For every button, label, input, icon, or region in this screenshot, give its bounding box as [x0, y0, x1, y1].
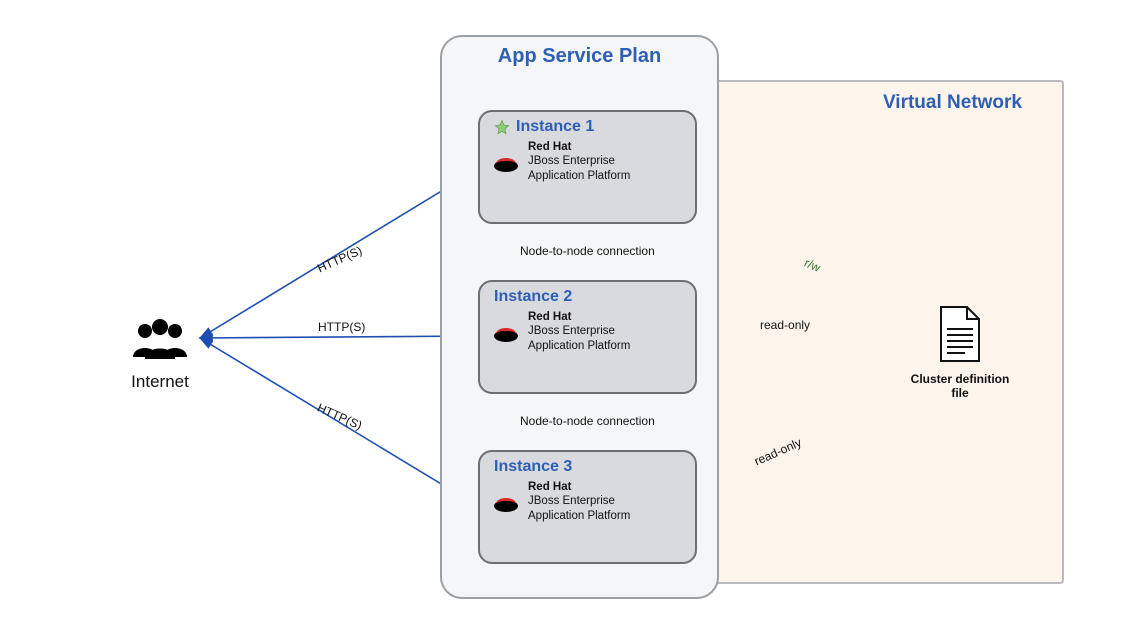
instance-2-product: Red Hat JBoss Enterprise Application Pla… — [528, 310, 630, 353]
users-icon — [125, 315, 195, 363]
edge-label-node-2: Node-to-node connection — [520, 414, 655, 428]
cluster-file-label: Cluster definition file — [910, 372, 1010, 401]
instance-1-product: Red Hat JBoss Enterprise Application Pla… — [528, 140, 630, 183]
instance-1-title: Instance 1 — [516, 118, 594, 136]
internet-node: Internet — [120, 315, 200, 392]
file-icon — [935, 305, 985, 363]
edge-label-readonly-1: read-only — [760, 318, 810, 332]
star-icon — [494, 119, 510, 135]
edge-label-https-1: HTTP(S) — [315, 243, 364, 275]
red-hat-icon — [492, 320, 520, 344]
instance-3-title: Instance 3 — [494, 458, 572, 476]
edge-label-node-1: Node-to-node connection — [520, 244, 655, 258]
cluster-definition-file: Cluster definition file — [910, 305, 1010, 401]
instance-2-title: Instance 2 — [494, 288, 572, 306]
instance-card-1: Instance 1 Red Hat JBoss Enterprise Appl… — [478, 110, 697, 224]
internet-label: Internet — [120, 372, 200, 392]
red-hat-icon — [492, 150, 520, 174]
instance-card-2: Instance 2 Red Hat JBoss Enterprise Appl… — [478, 280, 697, 394]
edge-label-https-2: HTTP(S) — [318, 320, 365, 334]
instance-3-product: Red Hat JBoss Enterprise Application Pla… — [528, 480, 630, 523]
virtual-network-title: Virtual Network — [883, 92, 1022, 114]
instance-card-3: Instance 3 Red Hat JBoss Enterprise Appl… — [478, 450, 697, 564]
red-hat-icon — [492, 490, 520, 514]
app-service-plan-title: App Service Plan — [442, 45, 717, 68]
diagram-canvas: Virtual Network App Service Plan — [0, 0, 1136, 636]
edge-label-https-3: HTTP(S) — [315, 401, 364, 433]
